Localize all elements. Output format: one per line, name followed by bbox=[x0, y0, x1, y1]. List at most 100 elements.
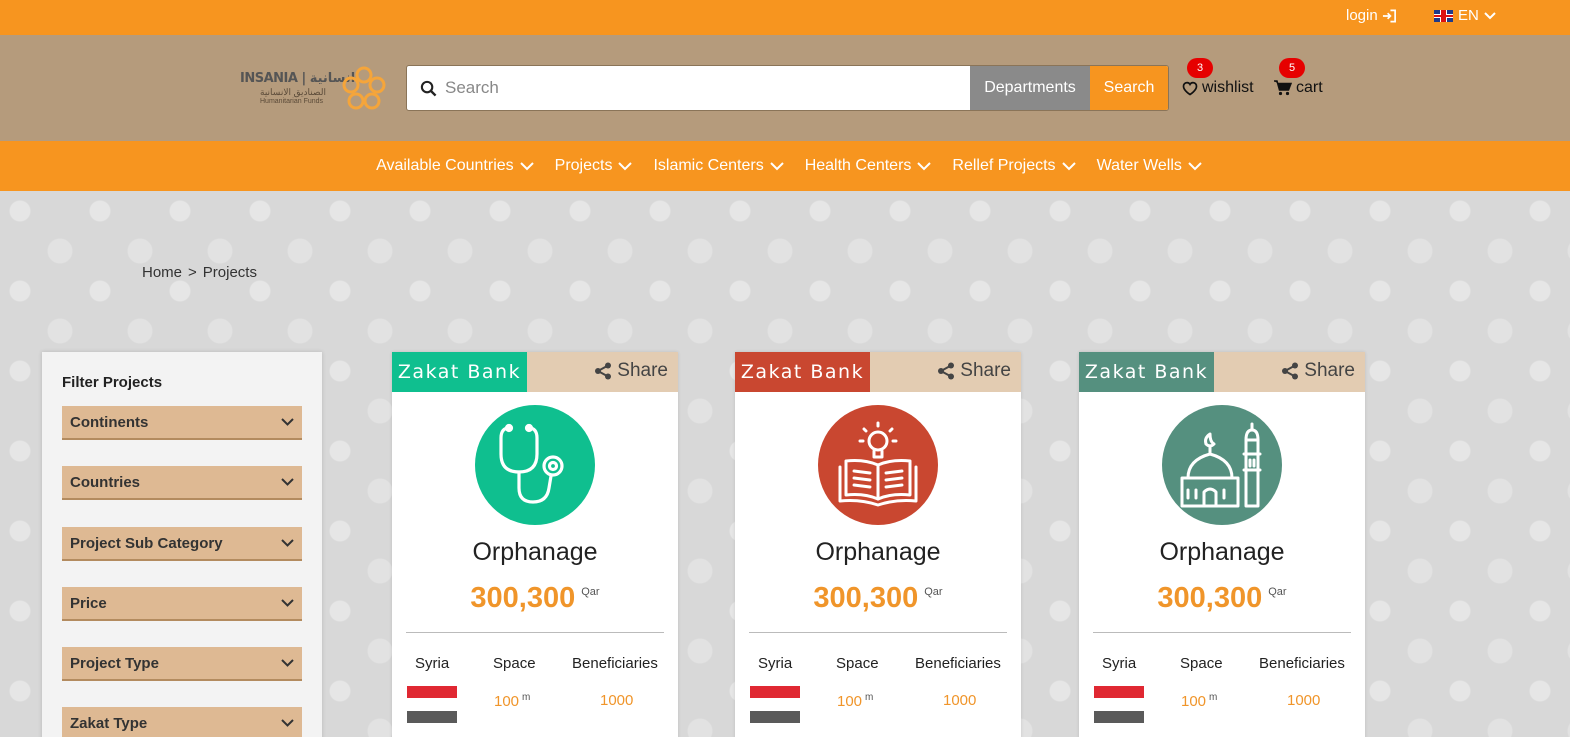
project-price: 300,300 Qar bbox=[392, 582, 678, 615]
language-label: EN bbox=[1458, 7, 1479, 24]
breadcrumb-separator: > bbox=[188, 264, 197, 281]
chevron-down-icon bbox=[281, 478, 294, 486]
price-value: 300,300 bbox=[470, 582, 576, 614]
chevron-down-icon bbox=[519, 161, 534, 170]
departments-button[interactable]: Departments bbox=[970, 66, 1090, 110]
share-button[interactable]: Share bbox=[937, 360, 1011, 382]
chevron-down-icon bbox=[1484, 11, 1496, 19]
nav-item-water-wells[interactable]: Water Wells bbox=[1097, 157, 1202, 175]
cart-count-badge: 5 bbox=[1279, 58, 1305, 78]
currency-label: Qar bbox=[581, 586, 600, 598]
country-label: Syria bbox=[415, 655, 450, 672]
filter-countries-dropdown[interactable]: Countries bbox=[62, 466, 302, 500]
chevron-down-icon bbox=[1188, 161, 1202, 170]
chevron-down-icon bbox=[618, 161, 633, 170]
chevron-down-icon bbox=[1061, 161, 1076, 170]
beneficiaries-label: Beneficiaries bbox=[572, 655, 658, 672]
share-label: Share bbox=[960, 360, 1011, 381]
currency-label: Qar bbox=[1268, 586, 1287, 598]
space-label: Space bbox=[493, 655, 536, 672]
space-value: 100 m bbox=[837, 692, 874, 710]
filter-title: Filter Projects bbox=[62, 374, 163, 391]
breadcrumb: Home > Projects bbox=[142, 264, 257, 281]
project-card[interactable]: Zakat Bank Share Orphanage 300,300 Qar Sy… bbox=[392, 352, 678, 737]
country-label: Syria bbox=[1102, 655, 1137, 672]
search-input[interactable] bbox=[437, 66, 970, 110]
project-price: 300,300 Qar bbox=[735, 582, 1021, 615]
country-label: Syria bbox=[758, 655, 793, 672]
syria-flag-gray-band bbox=[1094, 711, 1144, 723]
filter-price-dropdown[interactable]: Price bbox=[62, 587, 302, 621]
chevron-down-icon bbox=[281, 659, 294, 667]
filter-item-label: Project Type bbox=[70, 654, 159, 672]
header: INSANIA | انسانية الصناديق الانسانية Hum… bbox=[0, 35, 1570, 141]
cart-link[interactable]: cart bbox=[1274, 79, 1323, 97]
zakat-bank-tag: Zakat Bank bbox=[392, 352, 527, 392]
nav-item-relief-projects[interactable]: Rellef Projects bbox=[952, 157, 1076, 175]
filter-item-label: Price bbox=[70, 594, 107, 612]
share-button[interactable]: Share bbox=[1281, 360, 1355, 382]
nav-item-islamic-centers[interactable]: Islamic Centers bbox=[653, 157, 784, 175]
nav-item-health-centers[interactable]: Health Centers bbox=[805, 157, 932, 175]
logo-mark-icon bbox=[342, 66, 386, 110]
nav-item-label: Projects bbox=[554, 157, 613, 174]
cart-icon bbox=[1274, 80, 1292, 96]
filter-continents-dropdown[interactable]: Continents bbox=[62, 406, 302, 440]
search-button[interactable]: Search bbox=[1090, 66, 1168, 110]
cart-label: cart bbox=[1296, 79, 1323, 96]
project-title: Orphanage bbox=[1159, 538, 1285, 566]
beneficiaries-label: Beneficiaries bbox=[1259, 655, 1345, 672]
chevron-down-icon bbox=[917, 161, 932, 170]
share-label: Share bbox=[1304, 360, 1355, 381]
card-header: Zakat Bank Share bbox=[392, 352, 678, 392]
syria-flag-gray-band bbox=[407, 711, 457, 723]
nav-item-projects[interactable]: Projects bbox=[555, 157, 633, 175]
logo-subtitle-en: Humanitarian Funds bbox=[260, 98, 324, 105]
nav-item-label: Rellef Projects bbox=[952, 157, 1056, 174]
syria-flag-red-band bbox=[750, 686, 800, 698]
chevron-down-icon bbox=[769, 161, 784, 170]
card-divider bbox=[406, 632, 664, 633]
wishlist-label: wishlist bbox=[1202, 79, 1254, 96]
syria-flag-red-band bbox=[1094, 686, 1144, 698]
login-link[interactable]: login bbox=[1346, 7, 1397, 24]
card-divider bbox=[1093, 632, 1351, 633]
filter-project-type-dropdown[interactable]: Project Type bbox=[62, 647, 302, 681]
project-card[interactable]: Zakat Bank Share Orphanage 300,300 Qar Sy… bbox=[735, 352, 1021, 737]
filter-zakat-type-dropdown[interactable]: Zakat Type bbox=[62, 707, 302, 737]
card-header: Zakat Bank Share bbox=[735, 352, 1021, 392]
project-title: Orphanage bbox=[815, 538, 941, 566]
stethoscope-icon bbox=[475, 405, 595, 525]
space-value: 100 m bbox=[494, 692, 531, 710]
zakat-bank-tag: Zakat Bank bbox=[1079, 352, 1214, 392]
filter-item-label: Project Sub Category bbox=[70, 534, 223, 552]
nav-item-label: Available Countries bbox=[376, 157, 514, 174]
share-icon bbox=[595, 362, 612, 380]
currency-label: Qar bbox=[924, 586, 943, 598]
logo-text: INSANIA | انسانية bbox=[240, 71, 356, 86]
filter-project-sub-category-dropdown[interactable]: Project Sub Category bbox=[62, 527, 302, 561]
language-selector[interactable]: EN bbox=[1434, 7, 1496, 24]
breadcrumb-current: Projects bbox=[202, 264, 257, 281]
project-card[interactable]: Zakat Bank Share Orphanage 300,300 Qar S… bbox=[1079, 352, 1365, 737]
chevron-down-icon bbox=[281, 539, 294, 547]
share-icon bbox=[1282, 362, 1299, 380]
filter-panel: Filter Projects Continents Countries Pro… bbox=[42, 352, 322, 737]
filter-item-label: Zakat Type bbox=[70, 714, 148, 732]
insania-logo[interactable]: INSANIA | انسانية الصناديق الانسانية Hum… bbox=[240, 65, 388, 113]
breadcrumb-home-link[interactable]: Home bbox=[142, 264, 182, 281]
filter-item-label: Countries bbox=[70, 473, 141, 491]
search-icon bbox=[407, 66, 437, 110]
project-title: Orphanage bbox=[472, 538, 598, 566]
nav-item-available-countries[interactable]: Available Countries bbox=[376, 157, 534, 175]
card-header: Zakat Bank Share bbox=[1079, 352, 1365, 392]
heart-icon bbox=[1182, 81, 1198, 95]
beneficiaries-value: 1000 bbox=[600, 692, 634, 709]
share-button[interactable]: Share bbox=[594, 360, 668, 382]
space-value: 100 m bbox=[1181, 692, 1218, 710]
chevron-down-icon bbox=[281, 418, 294, 426]
wishlist-count-badge: 3 bbox=[1187, 58, 1213, 78]
filter-item-label: Continents bbox=[70, 413, 149, 431]
wishlist-link[interactable]: wishlist bbox=[1182, 79, 1254, 97]
project-price: 300,300 Qar bbox=[1079, 582, 1365, 615]
